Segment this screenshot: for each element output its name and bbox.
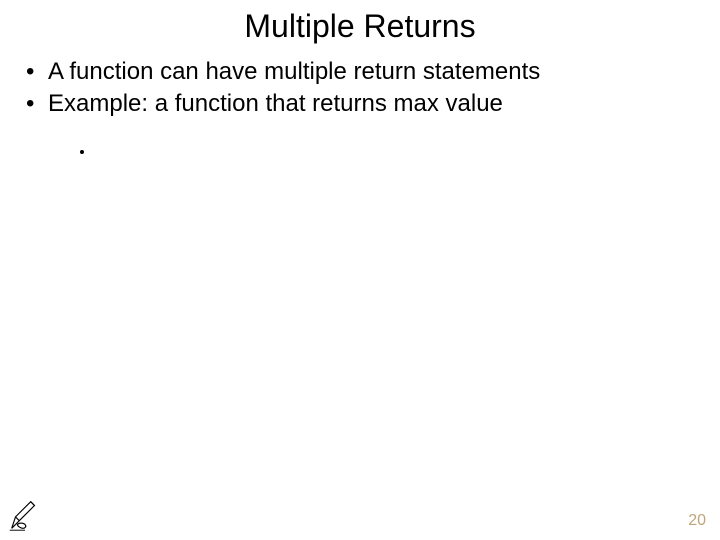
bullet-list: A function can have multiple return stat…	[0, 57, 720, 119]
writing-hand-icon	[6, 496, 44, 534]
bullet-item: Example: a function that returns max val…	[26, 89, 710, 119]
slide-title: Multiple Returns	[0, 0, 720, 57]
bullet-item: A function can have multiple return stat…	[26, 57, 710, 87]
page-number: 20	[688, 512, 706, 530]
sub-bullet-marker	[80, 150, 84, 154]
